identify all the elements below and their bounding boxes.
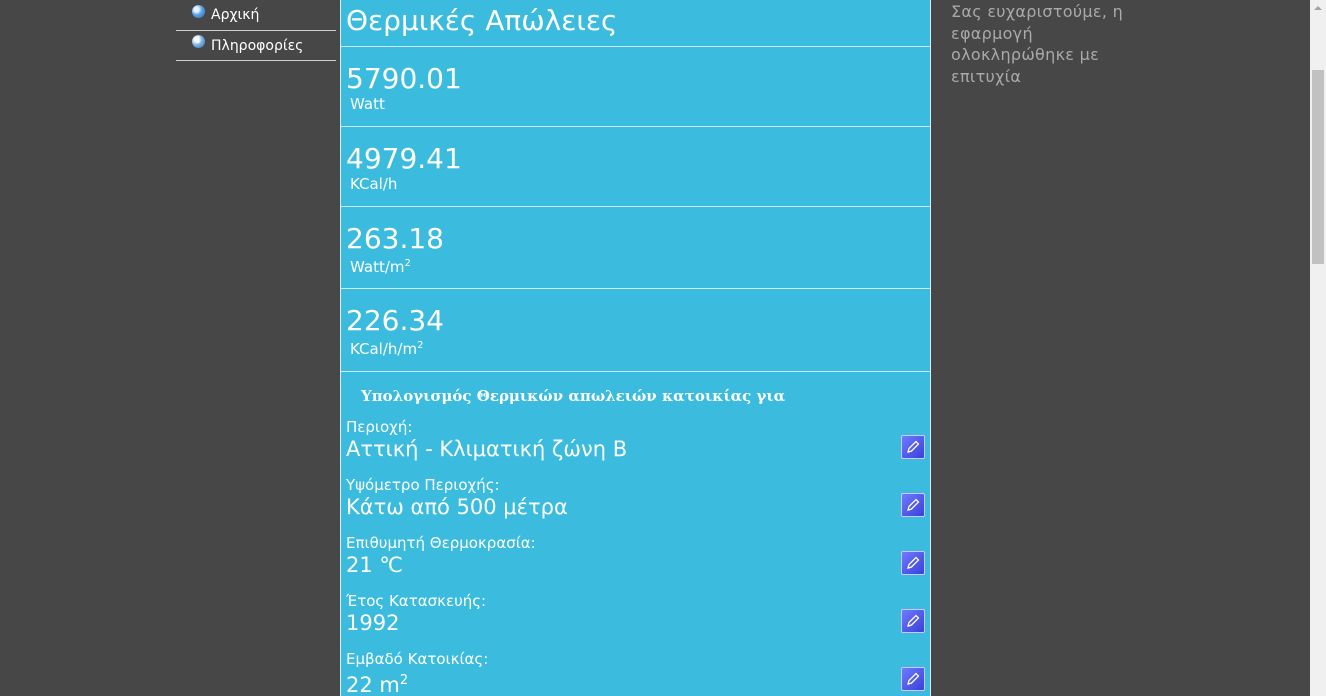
result-value: 5790.01 [346, 62, 462, 95]
result-watt-m2: 263.18 Watt/m2 [341, 207, 930, 289]
param-value: 22 m2 [346, 673, 409, 696]
param-label: Έτος Κατασκευής: [346, 592, 487, 610]
result-value: 4979.41 [346, 142, 462, 175]
param-value: Κάτω από 500 μέτρα [346, 495, 568, 519]
param-area: Εμβαδό Κατοικίας: 22 m2 [341, 646, 930, 696]
param-region: Περιοχή: Αττική - Κλιματική ζώνη Β [341, 414, 930, 472]
param-value: Αττική - Κλιματική ζώνη Β [346, 437, 628, 461]
vertical-scrollbar[interactable] [1310, 0, 1326, 696]
globe-icon [192, 4, 205, 18]
pencil-icon [907, 672, 920, 685]
pencil-icon [907, 498, 920, 511]
edit-region-button[interactable] [901, 435, 925, 459]
param-label: Εμβαδό Κατοικίας: [346, 650, 489, 668]
pencil-icon [907, 440, 920, 453]
sidebar-item-info[interactable]: i Πληροφορίες [176, 31, 336, 61]
sidebar-nav: Αρχική i Πληροφορίες [176, 0, 336, 61]
result-unit: Watt/m2 [350, 258, 411, 276]
scroll-up-arrow-icon[interactable] [1310, 0, 1326, 16]
scroll-thumb[interactable] [1312, 70, 1324, 264]
result-value: 226.34 [346, 304, 444, 337]
param-value: 1992 [346, 611, 400, 635]
edit-temperature-button[interactable] [901, 551, 925, 575]
info-icon: i [192, 35, 205, 48]
page-title: Θερμικές Απώλειες [341, 0, 930, 47]
param-altitude: Υψόμετρο Περιοχής: Κάτω από 500 μέτρα [341, 472, 930, 530]
param-label: Περιοχή: [346, 418, 413, 436]
calculation-heading: Υπολογισμός Θερμικών απωλειών κατοικίας … [361, 387, 786, 405]
sidebar-item-label: Αρχική [211, 7, 260, 23]
sidebar-item-label: Πληροφορίες [211, 37, 304, 54]
pencil-icon [907, 556, 920, 569]
success-message: Σας ευχαριστούμε, η εφαρμογή ολοκληρώθηκ… [951, 2, 1124, 86]
sidebar-item-home[interactable]: Αρχική [176, 0, 336, 31]
edit-year-button[interactable] [901, 609, 925, 633]
edit-area-button[interactable] [901, 667, 925, 691]
pencil-icon [907, 614, 920, 627]
result-value: 263.18 [346, 222, 444, 255]
param-temperature: Επιθυμητή Θερμοκρασία: 21 ℃ [341, 530, 930, 588]
result-unit: KCal/h/m2 [350, 340, 424, 358]
result-unit: Watt [350, 95, 385, 113]
param-construction-year: Έτος Κατασκευής: 1992 [341, 588, 930, 646]
param-label: Υψόμετρο Περιοχής: [346, 476, 500, 494]
result-unit: KCal/h [350, 175, 398, 193]
result-kcal-h: 4979.41 KCal/h [341, 127, 930, 207]
results-panel: Θερμικές Απώλειες 5790.01 Watt 4979.41 K… [340, 0, 931, 696]
param-label: Επιθυμητή Θερμοκρασία: [346, 534, 536, 552]
result-watt: 5790.01 Watt [341, 47, 930, 127]
result-kcal-h-m2: 226.34 KCal/h/m2 [341, 289, 930, 372]
edit-altitude-button[interactable] [901, 493, 925, 517]
param-value: 21 ℃ [346, 553, 403, 577]
